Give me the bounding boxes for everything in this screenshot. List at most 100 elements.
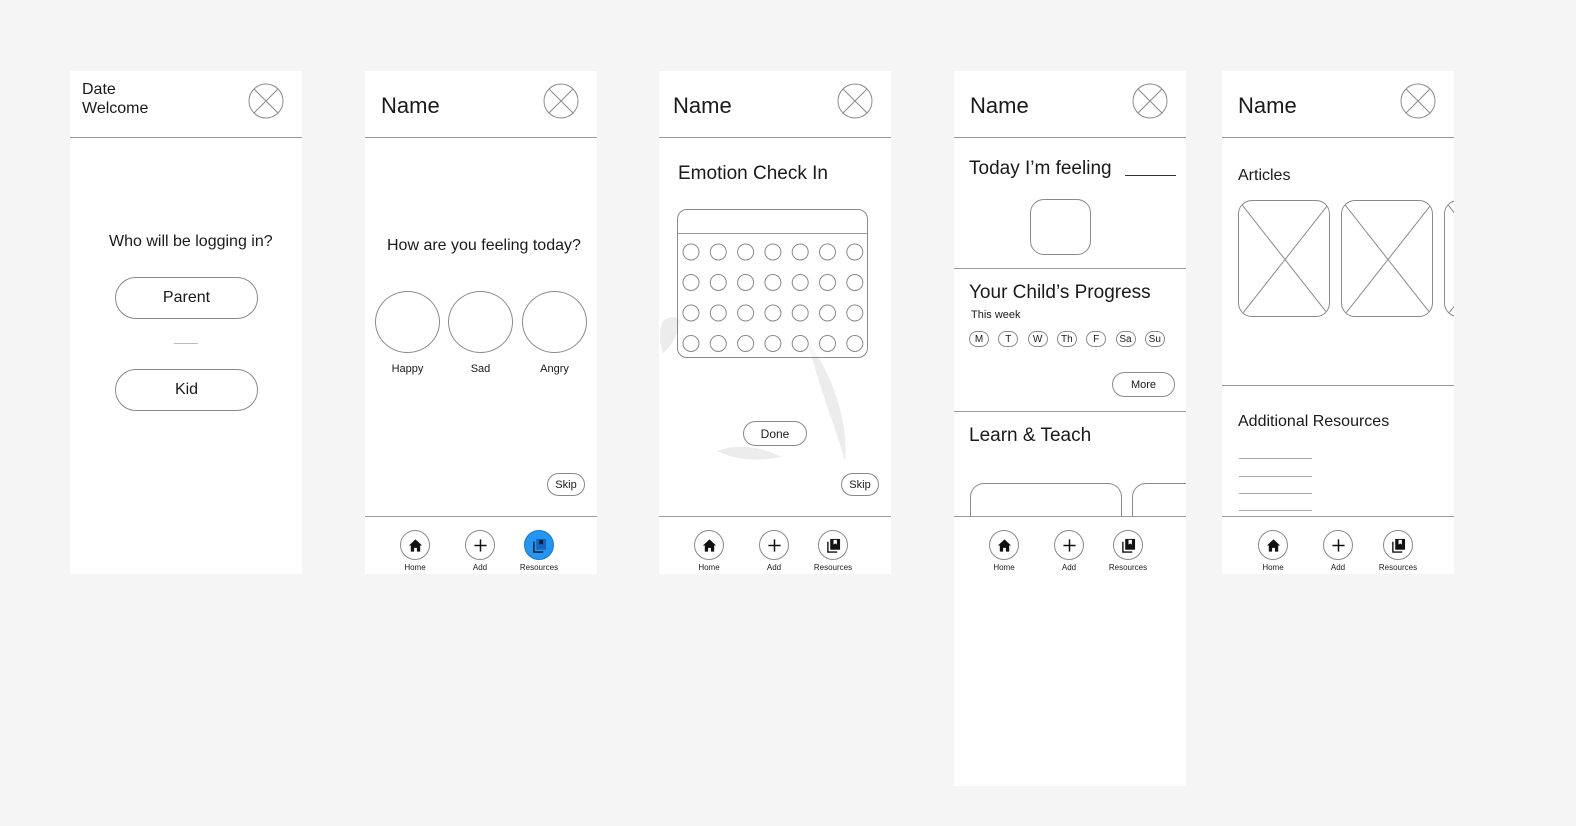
divider [174, 343, 198, 344]
this-week-label: This week [971, 309, 1021, 321]
nav-add-label: Add [472, 563, 488, 572]
close-icon[interactable] [837, 83, 873, 119]
article-thumbnail[interactable] [1341, 200, 1433, 317]
page-title: Name [673, 93, 732, 118]
resource-line [1239, 476, 1312, 477]
calendar-day-circle[interactable] [764, 304, 782, 322]
angry-option[interactable] [522, 291, 587, 353]
resource-line [1239, 458, 1312, 459]
nav-add[interactable]: Add [1039, 530, 1099, 572]
emotion-calendar [677, 209, 868, 358]
happy-option[interactable] [375, 291, 440, 353]
resources-icon [1121, 538, 1136, 553]
nav-home[interactable]: Home [1243, 530, 1303, 572]
calendar-day-circle[interactable] [846, 274, 864, 291]
nav-home[interactable]: Home [385, 530, 445, 572]
calendar-day-circle[interactable] [791, 304, 809, 322]
nav-home-label: Home [404, 563, 426, 572]
nav-resources[interactable]: Resources [1368, 530, 1428, 572]
calendar-day-circle[interactable] [764, 335, 782, 352]
bottom-nav: Home Add Resources [954, 516, 1186, 574]
nav-resources[interactable]: Resources [803, 530, 863, 572]
login-question: Who will be logging in? [109, 233, 273, 250]
sad-option[interactable] [448, 291, 513, 353]
day-pill: Su [1144, 331, 1165, 347]
home-icon [702, 538, 717, 553]
nav-home[interactable]: Home [974, 530, 1034, 572]
additional-resources-heading: Additional Resources [1238, 413, 1390, 430]
calendar-day-circle[interactable] [709, 335, 727, 352]
calendar-day-circle[interactable] [682, 274, 700, 291]
nav-home-label: Home [698, 563, 720, 572]
nav-add-label: Add [766, 563, 782, 572]
calendar-day-circle[interactable] [846, 335, 864, 352]
image-placeholder-icon [1445, 201, 1454, 316]
page-title: Name [970, 93, 1029, 118]
close-icon[interactable] [1400, 83, 1436, 119]
calendar-day-circle[interactable] [819, 274, 836, 291]
skip-button[interactable]: Skip [841, 473, 879, 496]
calendar-day-circle[interactable] [737, 274, 755, 291]
calendar-day-circle[interactable] [791, 335, 809, 352]
calendar-day-circle[interactable] [791, 243, 809, 261]
resources-icon [532, 538, 547, 553]
close-icon[interactable] [1132, 83, 1168, 119]
feeling-emoji-slot [1030, 199, 1091, 255]
page-title: Name [381, 93, 440, 118]
header: Name [954, 71, 1186, 138]
nav-add[interactable]: Add [744, 530, 804, 572]
calendar-day-circle[interactable] [709, 243, 727, 261]
calendar-day-circle[interactable] [791, 274, 809, 291]
section-divider [1222, 385, 1454, 386]
calendar-day-circle[interactable] [819, 304, 836, 322]
calendar-day-circle[interactable] [819, 243, 836, 261]
done-button[interactable]: Done [743, 421, 807, 446]
calendar-day-circle[interactable] [846, 243, 864, 261]
nav-add[interactable]: Add [1308, 530, 1368, 572]
calendar-day-circle[interactable] [819, 335, 836, 352]
calendar-day-circle[interactable] [709, 304, 727, 322]
section-divider [954, 268, 1186, 269]
login-screen: Date Welcome Who will be logging in? Par… [70, 71, 302, 574]
calendar-day-circle[interactable] [764, 274, 782, 291]
home-icon [1266, 538, 1281, 553]
calendar-day-circle[interactable] [737, 335, 755, 352]
date-label: Date [82, 81, 116, 98]
nav-resources-label: Resources [519, 563, 559, 572]
home-icon [408, 538, 423, 553]
nav-home[interactable]: Home [679, 530, 739, 572]
nav-add[interactable]: Add [450, 530, 510, 572]
skip-button[interactable]: Skip [547, 473, 585, 496]
calendar-day-circle[interactable] [846, 304, 864, 322]
close-icon[interactable] [543, 83, 579, 119]
sad-label: Sad [470, 363, 491, 375]
more-button[interactable]: More [1112, 372, 1175, 397]
nav-resources[interactable]: Resources [1098, 530, 1158, 572]
nav-resources-label: Resources [1378, 563, 1418, 572]
bottom-nav: Home Add Resources [1222, 516, 1454, 574]
resource-line [1239, 493, 1312, 494]
happy-label: Happy [391, 363, 424, 375]
close-icon[interactable] [248, 83, 284, 119]
nav-home-label: Home [1262, 563, 1284, 572]
calendar-day-circle[interactable] [682, 304, 700, 322]
day-pill: F [1086, 331, 1107, 347]
article-thumbnail[interactable] [1238, 200, 1330, 317]
parent-button[interactable]: Parent [115, 277, 258, 319]
calendar-day-circle[interactable] [737, 243, 755, 261]
nav-resources[interactable]: Resources [509, 530, 569, 572]
section-divider [954, 411, 1186, 412]
progress-heading: Your Child’s Progress [969, 282, 1151, 303]
calendar-day-circle[interactable] [682, 243, 700, 261]
article-thumbnail[interactable] [1444, 200, 1454, 317]
nav-resources-label: Resources [1108, 563, 1148, 572]
resources-screen: Name Articles Additional Resources Home … [1222, 71, 1454, 574]
header: Name [365, 71, 597, 138]
calendar-day-circle[interactable] [682, 335, 700, 352]
calendar-day-circle[interactable] [764, 243, 782, 261]
home-icon [997, 538, 1012, 553]
feeling-prompt: Today I’m feeling [969, 158, 1112, 179]
kid-button[interactable]: Kid [115, 369, 258, 411]
calendar-day-circle[interactable] [737, 304, 755, 322]
calendar-day-circle[interactable] [709, 274, 727, 291]
